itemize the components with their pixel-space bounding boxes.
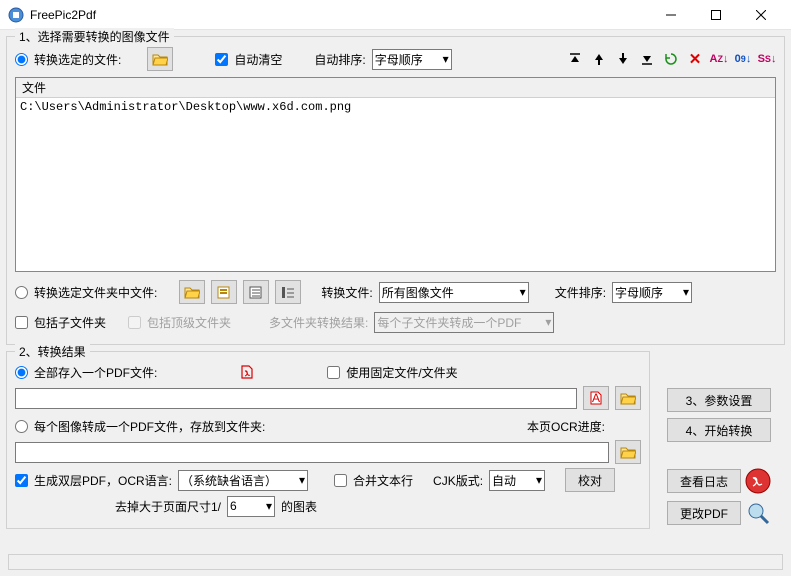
output-folder-field[interactable] — [15, 442, 609, 463]
search-round-icon[interactable] — [745, 500, 771, 526]
checkbox-gen-double-pdf[interactable]: 生成双层PDF，OCR语言: — [15, 472, 172, 489]
output-pdf-path-field[interactable] — [15, 388, 577, 409]
sort-special-icon[interactable]: SS↓ — [758, 50, 776, 68]
folder-tool3-button[interactable] — [243, 280, 269, 304]
radio-folder-files[interactable]: 转换选定文件夹中文件: — [15, 284, 157, 301]
move-down-icon[interactable] — [614, 50, 632, 68]
convert-files-combo[interactable]: 所有图像文件 ▾ — [379, 282, 529, 303]
file-list[interactable]: 文件 C:\Users\Administrator\Desktop\www.x6… — [15, 77, 776, 272]
checkbox-include-subfolders-input[interactable] — [15, 316, 28, 329]
move-up-icon[interactable] — [590, 50, 608, 68]
folder-tool4-button[interactable] — [275, 280, 301, 304]
group2-legend: 2、转换结果 — [15, 343, 90, 360]
chevron-down-icon: ▾ — [443, 52, 449, 66]
right-button-column: 3、参数设置 4、开始转换 查看日志 更改PDF — [667, 388, 779, 526]
title-bar: FreePic2Pdf — [0, 0, 791, 30]
convert-files-label: 转换文件: — [321, 284, 372, 301]
start-convert-button[interactable]: 4、开始转换 — [667, 418, 771, 442]
checkbox-merge-text-lines[interactable]: 合并文本行 — [334, 472, 413, 489]
checkbox-auto-clear-input[interactable] — [215, 53, 228, 66]
params-button[interactable]: 3、参数设置 — [667, 388, 771, 412]
multi-result-combo: 每个子文件夹转成一个PDF ▾ — [374, 312, 554, 333]
radio-selected-files-input[interactable] — [15, 53, 28, 66]
chevron-down-icon: ▾ — [536, 473, 542, 487]
radio-all-one-pdf[interactable]: 全部存入一个PDF文件: — [15, 364, 157, 381]
drop-larger-suffix: 的图表 — [281, 498, 317, 515]
checkbox-include-top-input — [128, 316, 141, 329]
chevron-down-icon: ▾ — [266, 499, 272, 513]
status-bar — [8, 554, 783, 570]
drop-fraction-combo[interactable]: 6 ▾ — [227, 496, 275, 517]
maximize-button[interactable] — [693, 1, 738, 29]
pdf-red-icon — [239, 364, 255, 380]
browse-output-pdf-button[interactable] — [615, 386, 641, 410]
checkbox-merge-text-lines-input[interactable] — [334, 474, 347, 487]
radio-each-one-pdf[interactable]: 每个图像转成一个PDF文件，存放到文件夹: — [15, 418, 265, 435]
close-button[interactable] — [738, 1, 783, 29]
radio-each-one-pdf-input[interactable] — [15, 420, 28, 433]
delete-icon[interactable]: ✕ — [686, 50, 704, 68]
pdf-round-icon[interactable] — [745, 468, 771, 494]
open-files-button[interactable] — [147, 47, 173, 71]
list-item[interactable]: C:\Users\Administrator\Desktop\www.x6d.c… — [20, 100, 771, 114]
view-log-button[interactable]: 查看日志 — [667, 469, 741, 493]
move-top-icon[interactable] — [566, 50, 584, 68]
sort-az-icon[interactable]: AZ↓ — [710, 50, 728, 68]
minimize-button[interactable] — [648, 1, 693, 29]
ocr-language-combo[interactable]: （系统缺省语言） ▾ — [178, 470, 308, 491]
app-icon — [8, 7, 24, 23]
group-select-images: 1、选择需要转换的图像文件 转换选定的文件: 自动清空 自动排序: 字母顺序 ▾ — [6, 36, 785, 345]
file-list-toolbar: ✕ AZ↓ 09↓ SS↓ — [566, 50, 776, 68]
group1-legend: 1、选择需要转换的图像文件 — [15, 28, 174, 45]
group-output: 2、转换结果 全部存入一个PDF文件: 使用固定文件/文件夹 A 每个图像转成一… — [6, 351, 650, 529]
drop-larger-prefix: 去掉大于页面尺寸1/ — [115, 498, 221, 515]
multi-result-label: 多文件夹转换结果: — [269, 314, 368, 331]
move-bottom-icon[interactable] — [638, 50, 656, 68]
file-sort-combo[interactable]: 字母顺序 ▾ — [612, 282, 692, 303]
refresh-icon[interactable] — [662, 50, 680, 68]
file-list-header[interactable]: 文件 — [16, 78, 775, 98]
cjk-label: CJK版式: — [433, 472, 483, 489]
checkbox-use-fixed[interactable]: 使用固定文件/文件夹 — [327, 364, 457, 381]
radio-selected-files[interactable]: 转换选定的文件: — [15, 51, 121, 68]
checkbox-include-top: 包括顶级文件夹 — [128, 314, 231, 331]
window-title: FreePic2Pdf — [30, 8, 648, 22]
browse-output-folder-button[interactable] — [615, 440, 641, 464]
file-sort-label: 文件排序: — [555, 284, 606, 301]
open-folder-button[interactable] — [179, 280, 205, 304]
chevron-down-icon: ▾ — [545, 315, 551, 329]
checkbox-use-fixed-input[interactable] — [327, 366, 340, 379]
proofread-button[interactable]: 校对 — [565, 468, 615, 492]
svg-text:A: A — [592, 391, 600, 405]
checkbox-auto-clear[interactable]: 自动清空 — [215, 51, 282, 68]
folder-tool2-button[interactable] — [211, 280, 237, 304]
cjk-layout-combo[interactable]: 自动 ▾ — [489, 470, 545, 491]
checkbox-gen-double-pdf-input[interactable] — [15, 474, 28, 487]
auto-sort-combo[interactable]: 字母顺序 ▾ — [372, 49, 452, 70]
ocr-progress-label: 本页OCR进度: — [527, 418, 605, 435]
sort-09-icon[interactable]: 09↓ — [734, 50, 752, 68]
modify-pdf-button[interactable]: 更改PDF — [667, 501, 741, 525]
radio-folder-files-input[interactable] — [15, 286, 28, 299]
chevron-down-icon: ▾ — [683, 285, 689, 299]
chevron-down-icon: ▾ — [520, 285, 526, 299]
checkbox-include-subfolders[interactable]: 包括子文件夹 — [15, 314, 106, 331]
radio-all-one-pdf-input[interactable] — [15, 366, 28, 379]
pdf-icon-button[interactable]: A — [583, 386, 609, 410]
chevron-down-icon: ▾ — [299, 473, 305, 487]
auto-sort-label: 自动排序: — [314, 51, 365, 68]
